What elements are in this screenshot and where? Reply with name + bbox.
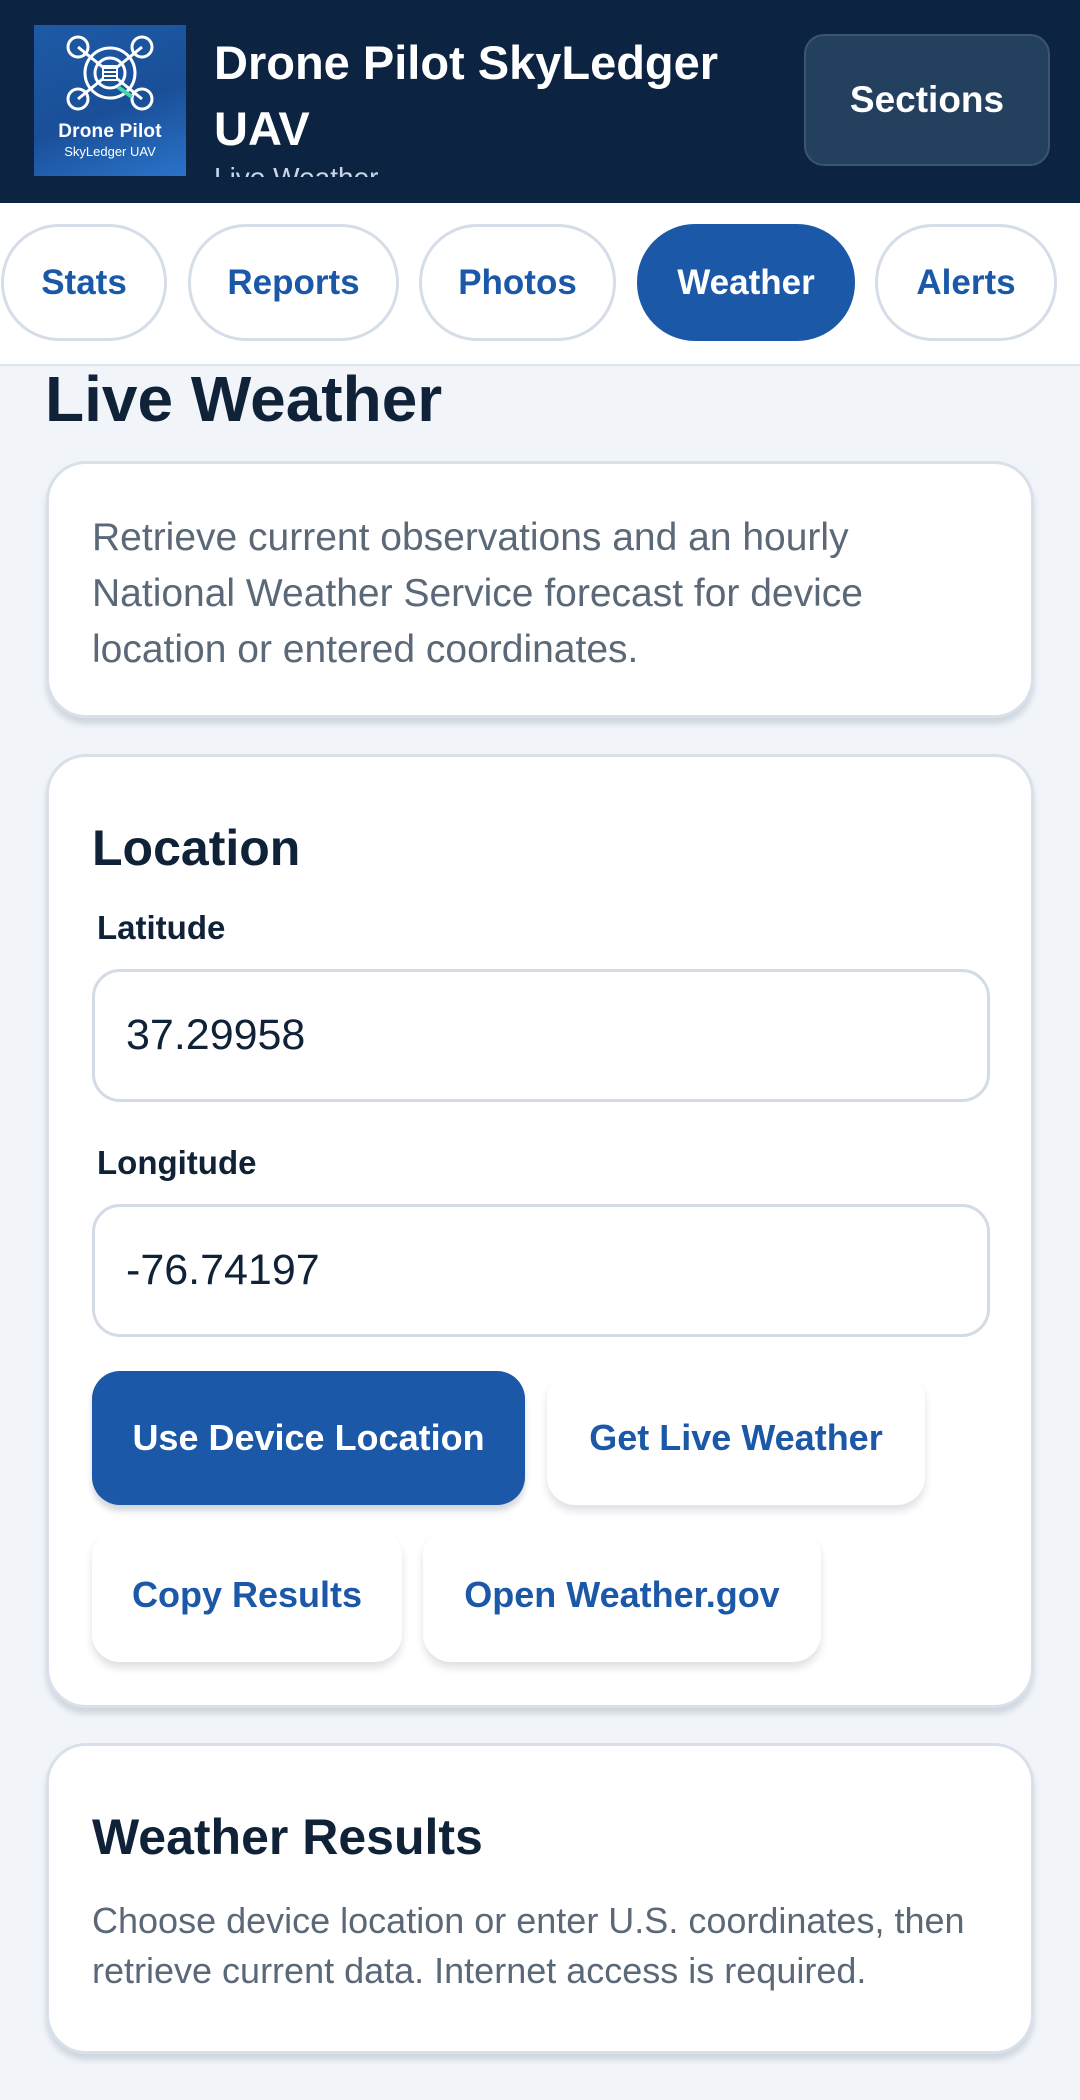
longitude-input[interactable] — [92, 1204, 990, 1337]
copy-results-button[interactable]: Copy Results — [92, 1528, 402, 1662]
section-tabs: Stats Reports Photos Weather Alerts — [0, 203, 1080, 366]
sections-button[interactable]: Sections — [804, 34, 1050, 166]
app-title: Drone Pilot SkyLedger UAV — [214, 36, 719, 155]
open-weather-gov-button[interactable]: Open Weather.gov — [423, 1528, 821, 1662]
app-header: Drone Pilot SkyLedger UAV Drone Pilot Sk… — [0, 0, 1080, 203]
location-card: Location Latitude Longitude Use Device L… — [46, 754, 1034, 1708]
app-subtitle: Live Weather — [214, 158, 514, 177]
tab-reports[interactable]: Reports — [188, 224, 399, 341]
tab-alerts[interactable]: Alerts — [875, 224, 1057, 341]
use-device-location-button[interactable]: Use Device Location — [92, 1371, 525, 1505]
location-title: Location — [92, 820, 301, 876]
page-title: Live Weather — [45, 363, 443, 435]
intro-card: Retrieve current observations and an hou… — [46, 461, 1034, 718]
get-live-weather-button[interactable]: Get Live Weather — [547, 1371, 925, 1505]
weather-results-card: Weather Results Choose device location o… — [46, 1743, 1034, 2054]
tab-weather[interactable]: Weather — [637, 224, 855, 341]
app-logo: Drone Pilot SkyLedger UAV — [34, 25, 186, 176]
logo-text-line1: Drone Pilot — [58, 121, 162, 142]
logo-text-line2: SkyLedger UAV — [64, 144, 156, 159]
latitude-input[interactable] — [92, 969, 990, 1102]
tab-stats[interactable]: Stats — [1, 224, 167, 341]
latitude-label: Latitude — [97, 909, 226, 946]
intro-description: Retrieve current observations and an hou… — [92, 516, 863, 671]
drone-icon — [66, 35, 154, 111]
tab-photos[interactable]: Photos — [419, 224, 616, 341]
weather-results-message: Choose device location or enter U.S. coo… — [92, 1900, 965, 1991]
weather-results-title: Weather Results — [92, 1809, 483, 1865]
longitude-label: Longitude — [97, 1144, 257, 1181]
